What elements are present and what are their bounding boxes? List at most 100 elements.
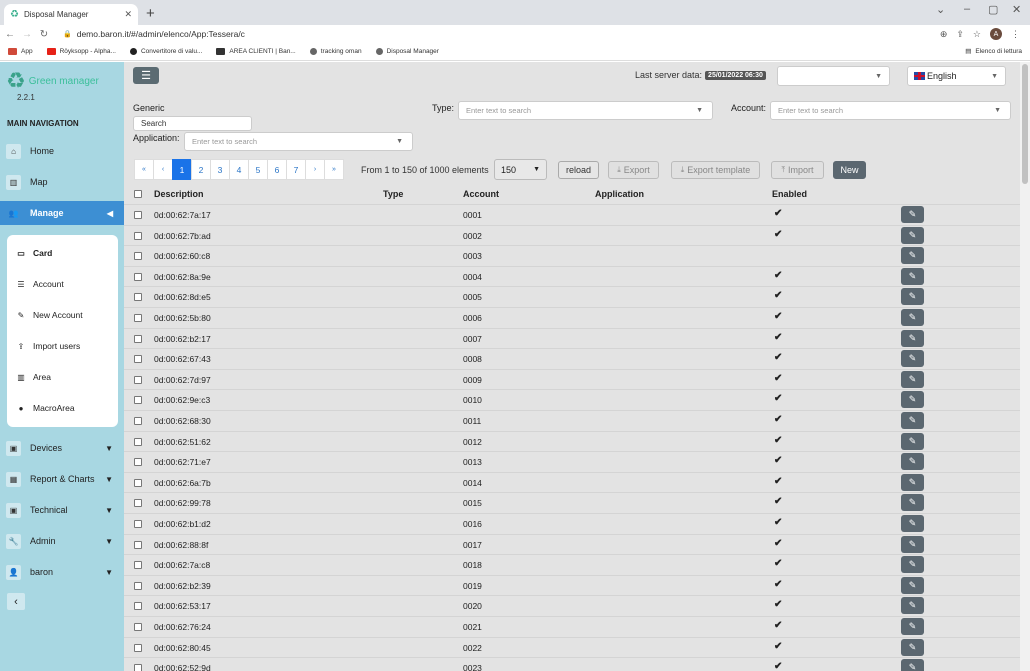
- table-row[interactable]: 0d:00:62:88:8f 0017 ✔ ✎: [124, 533, 1020, 555]
- row-checkbox[interactable]: [134, 458, 142, 467]
- row-checkbox[interactable]: [134, 664, 142, 671]
- edit-row-button[interactable]: ✎: [901, 226, 924, 244]
- row-checkbox[interactable]: [134, 334, 142, 343]
- minimize-icon[interactable]: –: [964, 3, 970, 15]
- edit-row-button[interactable]: ✎: [901, 515, 924, 532]
- table-row[interactable]: 0d:00:62:99:78 0015 ✔ ✎: [124, 492, 1020, 513]
- scrollbar-thumb[interactable]: [1022, 64, 1028, 184]
- header-application[interactable]: Application: [595, 189, 644, 199]
- row-checkbox[interactable]: [134, 520, 142, 528]
- browser-tab[interactable]: ♻ Disposal Manager ✕: [4, 4, 138, 25]
- page-button-2[interactable]: 2: [191, 159, 211, 180]
- sidebar-item-manage[interactable]: 👥 Manage ◀: [0, 201, 124, 225]
- table-row[interactable]: 0d:00:62:53:17 0020 ✔ ✎: [124, 595, 1020, 616]
- row-checkbox[interactable]: [134, 478, 142, 487]
- submenu-item-new-account[interactable]: ✎ New Account: [7, 305, 118, 325]
- header-account[interactable]: Account: [463, 189, 499, 199]
- page-button-3[interactable]: 3: [210, 159, 230, 180]
- menu-toggle-button[interactable]: ☰: [133, 67, 159, 84]
- row-checkbox[interactable]: [134, 231, 142, 240]
- star-icon[interactable]: ☆: [973, 29, 981, 40]
- row-checkbox[interactable]: [134, 314, 142, 322]
- edit-row-button[interactable]: ✎: [901, 329, 924, 347]
- account-select[interactable]: Enter text to search ▼: [770, 101, 1011, 120]
- app-logo[interactable]: ♻ Green manager: [6, 68, 99, 94]
- sidebar-item-report-charts[interactable]: ▦ Report & Charts ▼: [0, 467, 124, 491]
- submenu-item-account[interactable]: ☰ Account: [7, 274, 118, 294]
- bookmark-tracking-oman[interactable]: tracking oman: [309, 48, 362, 55]
- edit-row-button[interactable]: ✎: [901, 453, 924, 471]
- export-button[interactable]: ⤓ Export: [608, 161, 659, 179]
- sidebar-item-user[interactable]: 👤 baron ▼: [0, 560, 124, 584]
- table-row[interactable]: 0d:00:62:80:45 0022 ✔ ✎: [124, 636, 1020, 658]
- page-last-button[interactable]: »: [324, 159, 344, 180]
- chevron-down-icon[interactable]: ⌄: [936, 3, 945, 16]
- edit-row-button[interactable]: ✎: [901, 391, 924, 409]
- forward-icon[interactable]: →: [20, 29, 34, 40]
- collapse-sidebar-button[interactable]: ‹: [7, 593, 25, 610]
- table-row[interactable]: 0d:00:62:7b:ad 0002 ✔ ✎: [124, 224, 1020, 246]
- table-row[interactable]: 0d:00:62:51:62 0012 ✔ ✎: [124, 430, 1020, 452]
- edit-row-button[interactable]: ✎: [901, 556, 924, 574]
- edit-row-button[interactable]: ✎: [901, 288, 924, 306]
- row-checkbox[interactable]: [134, 602, 142, 611]
- header-description[interactable]: Description: [154, 189, 204, 199]
- submenu-item-area[interactable]: ▥ Area: [7, 367, 118, 387]
- reading-list[interactable]: ▤ Elenco di lettura: [965, 47, 1022, 56]
- page-first-button[interactable]: «: [134, 159, 154, 180]
- menu-dots-icon[interactable]: ⋮: [1011, 29, 1020, 40]
- edit-row-button[interactable]: ✎: [901, 494, 924, 512]
- page-scrollbar[interactable]: [1020, 62, 1030, 671]
- sidebar-item-map[interactable]: ▥ Map: [0, 170, 124, 194]
- bookmark-area-clienti[interactable]: AREA CLIENTI | Ban...: [216, 48, 296, 55]
- language-select[interactable]: English ▼: [907, 66, 1006, 86]
- sidebar-item-admin[interactable]: 🔧 Admin ▼: [0, 529, 124, 553]
- row-checkbox[interactable]: [134, 499, 142, 508]
- row-checkbox[interactable]: [134, 375, 142, 384]
- table-row[interactable]: 0d:00:62:68:30 0011 ✔ ✎: [124, 410, 1020, 431]
- bookmark-convertitore[interactable]: Convertitore di valu...: [129, 48, 202, 55]
- sidebar-item-technical[interactable]: ▣ Technical ▼: [0, 498, 124, 522]
- table-row[interactable]: 0d:00:62:9e:c3 0010 ✔ ✎: [124, 389, 1020, 410]
- row-checkbox[interactable]: [134, 581, 142, 590]
- close-window-icon[interactable]: ✕: [1012, 3, 1021, 16]
- header-type[interactable]: Type: [383, 189, 403, 199]
- maximize-icon[interactable]: ▢: [988, 3, 998, 16]
- table-row[interactable]: 0d:00:62:b2:17 0007 ✔ ✎: [124, 327, 1020, 349]
- share-icon[interactable]: ⇪: [956, 29, 964, 40]
- table-row[interactable]: 0d:00:62:67:43 0008 ✔ ✎: [124, 348, 1020, 369]
- edit-row-button[interactable]: ✎: [901, 638, 924, 656]
- edit-row-button[interactable]: ✎: [901, 576, 924, 594]
- table-row[interactable]: 0d:00:62:8a:9e 0004 ✔ ✎: [124, 265, 1020, 287]
- close-tab-icon[interactable]: ✕: [124, 9, 132, 20]
- page-button-1[interactable]: 1: [172, 159, 192, 180]
- row-checkbox[interactable]: [134, 211, 142, 219]
- type-select[interactable]: Enter text to search ▼: [458, 101, 713, 120]
- row-checkbox[interactable]: [134, 293, 142, 302]
- row-checkbox[interactable]: [134, 396, 142, 405]
- profile-avatar[interactable]: A: [990, 28, 1002, 40]
- table-row[interactable]: 0d:00:62:b1:d2 0016 ✔ ✎: [124, 513, 1020, 534]
- row-checkbox[interactable]: [134, 252, 142, 261]
- table-row[interactable]: 0d:00:62:71:e7 0013 ✔ ✎: [124, 451, 1020, 472]
- table-row[interactable]: 0d:00:62:b2:39 0019 ✔ ✎: [124, 574, 1020, 596]
- page-prev-button[interactable]: ‹: [153, 159, 173, 180]
- edit-row-button[interactable]: ✎: [901, 659, 924, 671]
- edit-row-button[interactable]: ✎: [901, 412, 924, 429]
- table-row[interactable]: 0d:00:62:7a:c8 0018 ✔ ✎: [124, 554, 1020, 575]
- row-checkbox[interactable]: [134, 561, 142, 570]
- edit-row-button[interactable]: ✎: [901, 432, 924, 450]
- bookmark-apps[interactable]: App: [8, 48, 33, 55]
- row-checkbox[interactable]: [134, 272, 142, 281]
- submenu-item-macroarea[interactable]: ● MacroArea: [7, 398, 118, 418]
- new-tab-button[interactable]: +: [146, 5, 155, 22]
- export-template-button[interactable]: ⤓ Export template: [671, 161, 760, 179]
- table-row[interactable]: 0d:00:62:7d:97 0009 ✔ ✎: [124, 368, 1020, 390]
- row-checkbox[interactable]: [134, 643, 142, 652]
- table-row[interactable]: 0d:00:62:76:24 0021 ✔ ✎: [124, 616, 1020, 637]
- bookmark-disposal-manager[interactable]: Disposal Manager: [375, 48, 439, 55]
- edit-row-button[interactable]: ✎: [901, 370, 924, 388]
- back-icon[interactable]: ←: [3, 29, 17, 40]
- zoom-icon[interactable]: ⊕: [940, 29, 948, 40]
- edit-row-button[interactable]: ✎: [901, 597, 924, 615]
